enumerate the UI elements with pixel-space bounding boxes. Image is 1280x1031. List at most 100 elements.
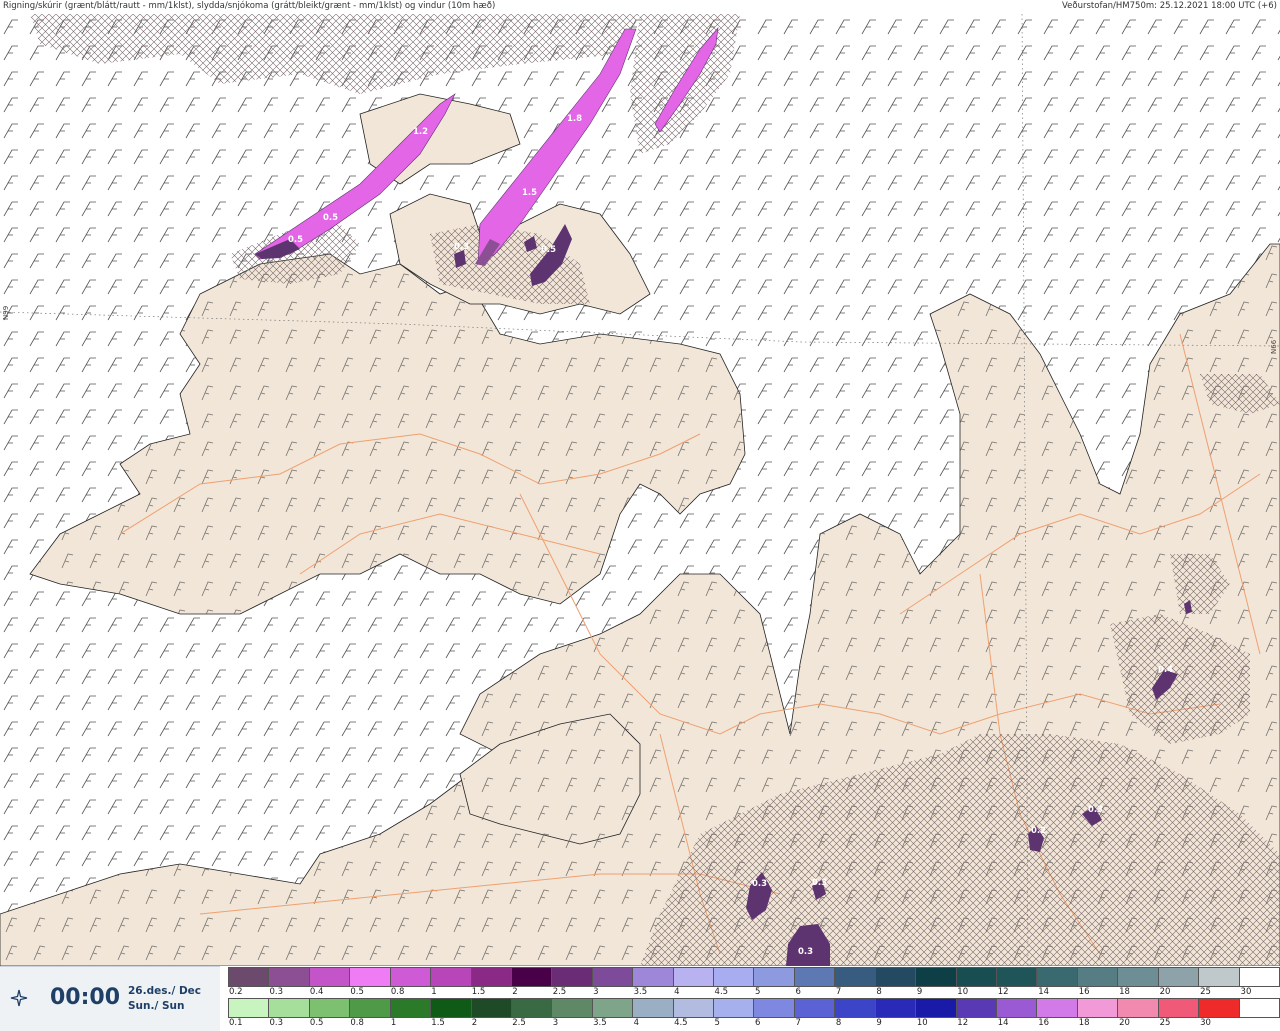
legend-label: 2 <box>512 987 518 997</box>
legend-label: 3 <box>552 1018 559 1028</box>
legend-label: 3 <box>593 987 599 997</box>
legend-swatch <box>471 968 512 986</box>
legend-label: 0.2 <box>229 987 243 997</box>
precip-label: 0.4 <box>1158 665 1173 675</box>
legend-swatch <box>1077 968 1119 986</box>
legend-swatch <box>1199 968 1240 986</box>
legend-label: 6 <box>755 1018 761 1028</box>
legend-label: 1 <box>431 987 437 997</box>
precip-label: 0.3 <box>454 242 469 252</box>
rain-legend-labels: 0.1 0.3 0.5 0.8 1 1.5 2 2.5 3 3.5 4 4.5 5 6 7 8 9 10 12 14 1… <box>228 1018 1280 1029</box>
precip-label: 0.3 <box>798 947 813 957</box>
legend-label: 10 <box>957 987 969 997</box>
legend-label: 12 <box>997 987 1009 997</box>
forecast-weekday: Sun./ Sun <box>128 1000 185 1012</box>
latitude-label-right: N66 <box>1270 339 1278 354</box>
precip-label: 1.2 <box>413 127 428 137</box>
legend-label: 14 <box>1038 987 1050 997</box>
legend-label: 2.5 <box>552 987 567 997</box>
legend-swatch <box>431 968 472 986</box>
legend-label: 8 <box>876 987 882 997</box>
legend-label: 0.1 <box>229 1018 243 1028</box>
legend-swatch <box>228 999 270 1017</box>
legend-swatch <box>592 999 634 1017</box>
wind-direction-icon <box>10 989 28 1007</box>
legend-label: 0.3 <box>269 987 283 997</box>
legend-label: 0.8 <box>390 987 405 997</box>
legend-label: 0.5 <box>350 987 364 997</box>
map-header: Rigning/skúrir (grænt/blátt/rautt - mm/1… <box>0 0 1280 14</box>
legend-swatch <box>1199 999 1240 1017</box>
legend-label: 8 <box>835 1018 842 1028</box>
legend-label: 16 <box>1038 1018 1050 1028</box>
legend-swatch <box>633 999 674 1017</box>
snow-legend-labels: 0.2 0.3 0.4 0.5 0.8 1 1.5 2 2.5 3 3.5 4 4.5 5 6 7 8 9 10 12… <box>228 987 1280 998</box>
legend-label: 9 <box>916 987 923 997</box>
legend-swatch <box>471 999 512 1017</box>
legend-swatch <box>673 999 715 1017</box>
legend-label: 18 <box>1119 987 1130 997</box>
legend-swatch <box>269 999 310 1017</box>
legend-swatch <box>794 999 836 1017</box>
legend-swatch <box>714 968 755 986</box>
legend-label: 4.5 <box>674 1018 688 1028</box>
precip-label: 1.5 <box>522 188 537 198</box>
legend-swatch <box>552 968 593 986</box>
legend-label: 4 <box>674 987 680 997</box>
legend-swatch <box>997 968 1038 986</box>
legend-swatch <box>916 999 957 1017</box>
model-run-info: Veðurstofan/HM750m: 25.12.2021 18:00 UTC… <box>1062 1 1277 11</box>
legend-swatch <box>1118 999 1159 1017</box>
legend-label: 5 <box>755 987 761 997</box>
bottom-bar: 00:00 26.des./ Dec Sun./ Sun 0.2 0.3 0.4 0.… <box>0 966 1280 1031</box>
legend-swatch <box>511 968 553 986</box>
legend-swatch <box>673 968 715 986</box>
legend-swatch <box>1239 968 1280 986</box>
forecast-date: 26.des./ Dec <box>128 985 202 997</box>
latitude-label-left: N99 <box>2 305 10 320</box>
legend-label: 4 <box>633 1018 640 1028</box>
rain-legend-scale <box>228 998 1280 1018</box>
forecast-time: 00:00 <box>50 985 121 1010</box>
legend-swatch <box>431 999 472 1017</box>
legend-swatch <box>390 968 432 986</box>
legend-swatch <box>997 999 1038 1017</box>
precip-label: 0.5 <box>541 245 556 255</box>
legend-label: 30 <box>1240 987 1252 997</box>
legend-swatch <box>1037 999 1078 1017</box>
legend-label: 2.5 <box>512 1018 526 1028</box>
legend-label: 7 <box>795 1018 801 1028</box>
legend-label: 30 <box>1200 1018 1211 1028</box>
legend-label: 20 <box>1119 1018 1130 1028</box>
legend-swatch <box>794 968 836 986</box>
legend-swatch <box>875 999 917 1017</box>
legend-swatch <box>754 968 795 986</box>
legend-label: 20 <box>1159 987 1171 997</box>
legend-label: 1 <box>390 1018 397 1028</box>
legend-swatch <box>1077 999 1119 1017</box>
legend-label: 6 <box>795 987 801 997</box>
legend-swatch <box>956 968 998 986</box>
legend-swatch <box>350 968 391 986</box>
snow-legend-scale <box>228 967 1280 987</box>
legend-swatch <box>269 968 310 986</box>
legend-label: 12 <box>957 1018 969 1028</box>
forecast-map[interactable]: 1.2 1.8 1.5 0.5 0.5 0.3 0.5 0.4 0.3 0.2 … <box>0 14 1280 966</box>
legend-label: 5 <box>714 1018 720 1028</box>
legend-swatch <box>350 999 391 1017</box>
legend-swatch <box>956 999 998 1017</box>
legend-swatch <box>835 999 876 1017</box>
legend-label: 1.5 <box>471 987 486 997</box>
legend-label: 4.5 <box>714 987 729 997</box>
precip-label: 0.5 <box>288 235 303 245</box>
legend-swatch <box>633 968 674 986</box>
legend-label: 3.5 <box>593 1018 607 1028</box>
precip-label: 1.8 <box>567 114 582 124</box>
legend-label: 9 <box>876 1018 882 1028</box>
legend-swatch <box>309 968 351 986</box>
legend-swatch <box>916 968 957 986</box>
legend-swatch <box>592 968 634 986</box>
legend-swatch <box>1118 968 1159 986</box>
legend-swatch <box>754 999 795 1017</box>
legend-label: 25 <box>1159 1018 1171 1028</box>
